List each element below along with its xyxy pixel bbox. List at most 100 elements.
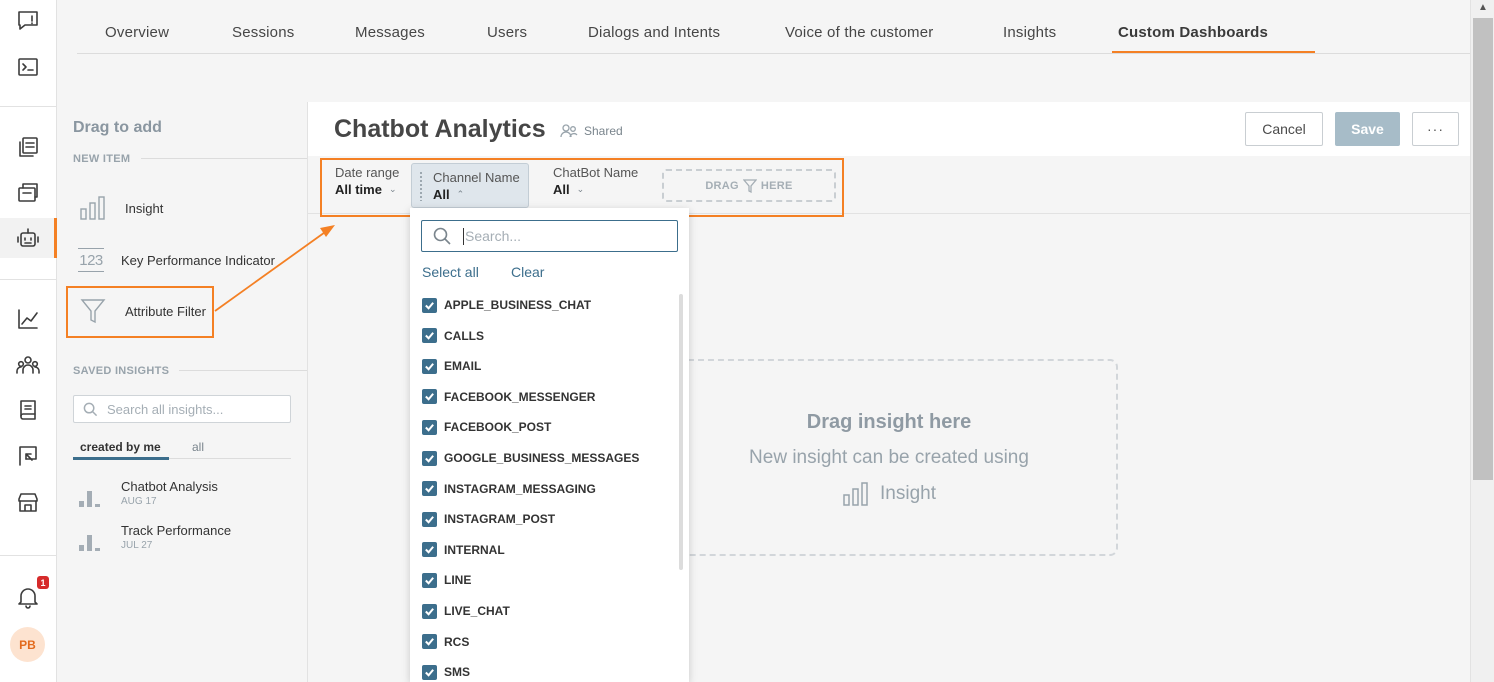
tab-voice-of-the-customer[interactable]: Voice of the customer: [785, 24, 933, 41]
channel-option[interactable]: RCS: [422, 631, 469, 653]
panel-heading: Drag to add: [73, 119, 162, 136]
channel-option[interactable]: INSTAGRAM_MESSAGING: [422, 478, 596, 500]
dropdown-search-input[interactable]: Search...: [421, 220, 678, 252]
dropdown-search-placeholder: Search...: [465, 228, 522, 244]
saved-insight-item[interactable]: Track Performance JUL 27: [73, 523, 283, 563]
channel-option[interactable]: LINE: [422, 569, 471, 591]
terminal-icon[interactable]: [0, 47, 56, 87]
checkbox-checked-icon[interactable]: [422, 389, 437, 405]
tab-sessions[interactable]: Sessions: [232, 24, 294, 41]
saved-insight-date: JUL 27: [121, 540, 153, 551]
tab-insights[interactable]: Insights: [1003, 24, 1056, 41]
saved-insights-search[interactable]: Search all insights...: [73, 395, 291, 423]
channel-option[interactable]: FACEBOOK_POST: [422, 416, 551, 438]
channel-option-label: LINE: [444, 573, 472, 588]
channel-option[interactable]: INSTAGRAM_POST: [422, 508, 555, 530]
saved-insight-title: Track Performance: [121, 523, 232, 538]
checkbox-checked-icon[interactable]: [422, 297, 437, 313]
people-icon[interactable]: [0, 345, 56, 385]
bot-icon[interactable]: [0, 218, 57, 258]
more-options-button[interactable]: ···: [1412, 112, 1459, 146]
checkbox-checked-icon[interactable]: [422, 419, 437, 435]
channel-option[interactable]: EMAIL: [422, 355, 481, 377]
channel-option[interactable]: GOOGLE_BUSINESS_MESSAGES: [422, 447, 639, 469]
new-kpi-item[interactable]: 123 Key Performance Indicator: [73, 242, 293, 278]
create-insight-link[interactable]: Insight: [880, 483, 936, 505]
checkbox-checked-icon[interactable]: [422, 634, 437, 650]
left-nav-rail: 1 PB: [0, 0, 57, 682]
checkbox-checked-icon[interactable]: [422, 511, 437, 527]
bar-chart-icon: [79, 485, 107, 507]
channel-option-label: RCS: [444, 634, 470, 649]
save-button[interactable]: Save: [1335, 112, 1400, 146]
channel-option-label: APPLE_BUSINESS_CHAT: [444, 298, 592, 312]
shared-indicator[interactable]: Shared: [560, 124, 623, 138]
drop-zone-title: Drag insight here: [806, 411, 972, 433]
kpi-123-icon: 123: [78, 248, 104, 272]
bar-chart-icon: [843, 482, 868, 506]
scroll-up-icon[interactable]: ▲: [1478, 2, 1488, 13]
dashboard-header: Chatbot Analytics Shared Cancel Save ···: [308, 102, 1470, 156]
page-scrollbar[interactable]: ▲: [1470, 0, 1494, 682]
saved-insight-date: AUG 17: [121, 496, 157, 507]
cancel-button[interactable]: Cancel: [1245, 112, 1323, 146]
tab-overview[interactable]: Overview: [105, 24, 169, 41]
drag-to-add-panel: Drag to add NEW ITEM Insight 123 Key Per…: [57, 102, 308, 682]
stack-doc-icon[interactable]: [0, 172, 56, 212]
line-chart-icon[interactable]: [0, 299, 56, 339]
channel-option-label: SMS: [444, 665, 471, 680]
store-icon[interactable]: [0, 482, 56, 522]
clear-link[interactable]: Clear: [511, 264, 544, 280]
saved-insights-section-title: SAVED INSIGHTS: [73, 365, 170, 377]
saved-insight-item[interactable]: Chatbot Analysis AUG 17: [73, 479, 283, 519]
avatar[interactable]: PB: [10, 627, 45, 662]
channel-option-label: GOOGLE_BUSINESS_MESSAGES: [444, 451, 640, 465]
tab-created-by-me[interactable]: created by me: [80, 440, 161, 454]
notification-badge: 1: [37, 576, 49, 589]
flag-icon[interactable]: [0, 436, 56, 476]
channel-option-label: INSTAGRAM_MESSAGING: [444, 481, 596, 496]
channel-option[interactable]: SMS: [422, 661, 470, 682]
search-icon: [433, 227, 451, 245]
channel-name-dropdown: Search... Select all Clear APPLE_BUSINES…: [410, 208, 689, 682]
saved-insight-title: Chatbot Analysis: [121, 479, 218, 494]
new-item-section-title: NEW ITEM: [73, 153, 131, 165]
channel-option[interactable]: FACEBOOK_MESSENGER: [422, 386, 595, 408]
tab-all[interactable]: all: [192, 440, 204, 454]
copy-doc-icon[interactable]: [0, 127, 56, 167]
search-icon: [83, 402, 98, 416]
checkbox-checked-icon[interactable]: [422, 572, 437, 588]
bar-chart-icon: [79, 529, 107, 551]
checkbox-checked-icon[interactable]: [422, 542, 437, 558]
active-tab-indicator: [1112, 51, 1315, 53]
dashboard-title[interactable]: Chatbot Analytics: [334, 115, 546, 144]
checkbox-checked-icon[interactable]: [422, 358, 437, 374]
checkbox-checked-icon[interactable]: [422, 450, 437, 466]
tab-dialogs-and-intents[interactable]: Dialogs and Intents: [588, 24, 720, 41]
dropdown-scrollbar[interactable]: [679, 294, 683, 570]
channel-option-label: FACEBOOK_MESSENGER: [444, 389, 596, 404]
channel-option[interactable]: LIVE_CHAT: [422, 600, 510, 622]
checkbox-checked-icon[interactable]: [422, 603, 437, 619]
bar-chart-icon: [78, 193, 108, 223]
select-all-link[interactable]: Select all: [422, 264, 479, 280]
chat-icon[interactable]: [0, 0, 56, 40]
top-tabs: Overview Sessions Messages Users Dialogs…: [57, 0, 1470, 102]
tab-custom-dashboards[interactable]: Custom Dashboards: [1118, 24, 1268, 41]
checkbox-checked-icon[interactable]: [422, 328, 437, 344]
insight-drop-zone[interactable]: Drag insight here New insight can be cre…: [660, 359, 1118, 556]
channel-option[interactable]: INTERNAL: [422, 539, 505, 561]
scrollbar-thumb[interactable]: [1473, 18, 1493, 480]
people-icon: [560, 124, 578, 138]
tab-messages[interactable]: Messages: [355, 24, 425, 41]
channel-option[interactable]: APPLE_BUSINESS_CHAT: [422, 294, 591, 316]
insight-item-label: Insight: [125, 200, 164, 216]
book-icon[interactable]: [0, 390, 56, 430]
tab-users[interactable]: Users: [487, 24, 527, 41]
checkbox-checked-icon[interactable]: [422, 664, 437, 680]
new-insight-item[interactable]: Insight: [73, 190, 293, 226]
channel-option[interactable]: CALLS: [422, 325, 484, 347]
checkbox-checked-icon[interactable]: [422, 481, 437, 497]
drop-zone-subtitle: New insight can be created using: [749, 447, 1029, 468]
filter-bar: Date range All time ⌄ Channel Name All ⌃ C…: [308, 156, 1470, 217]
